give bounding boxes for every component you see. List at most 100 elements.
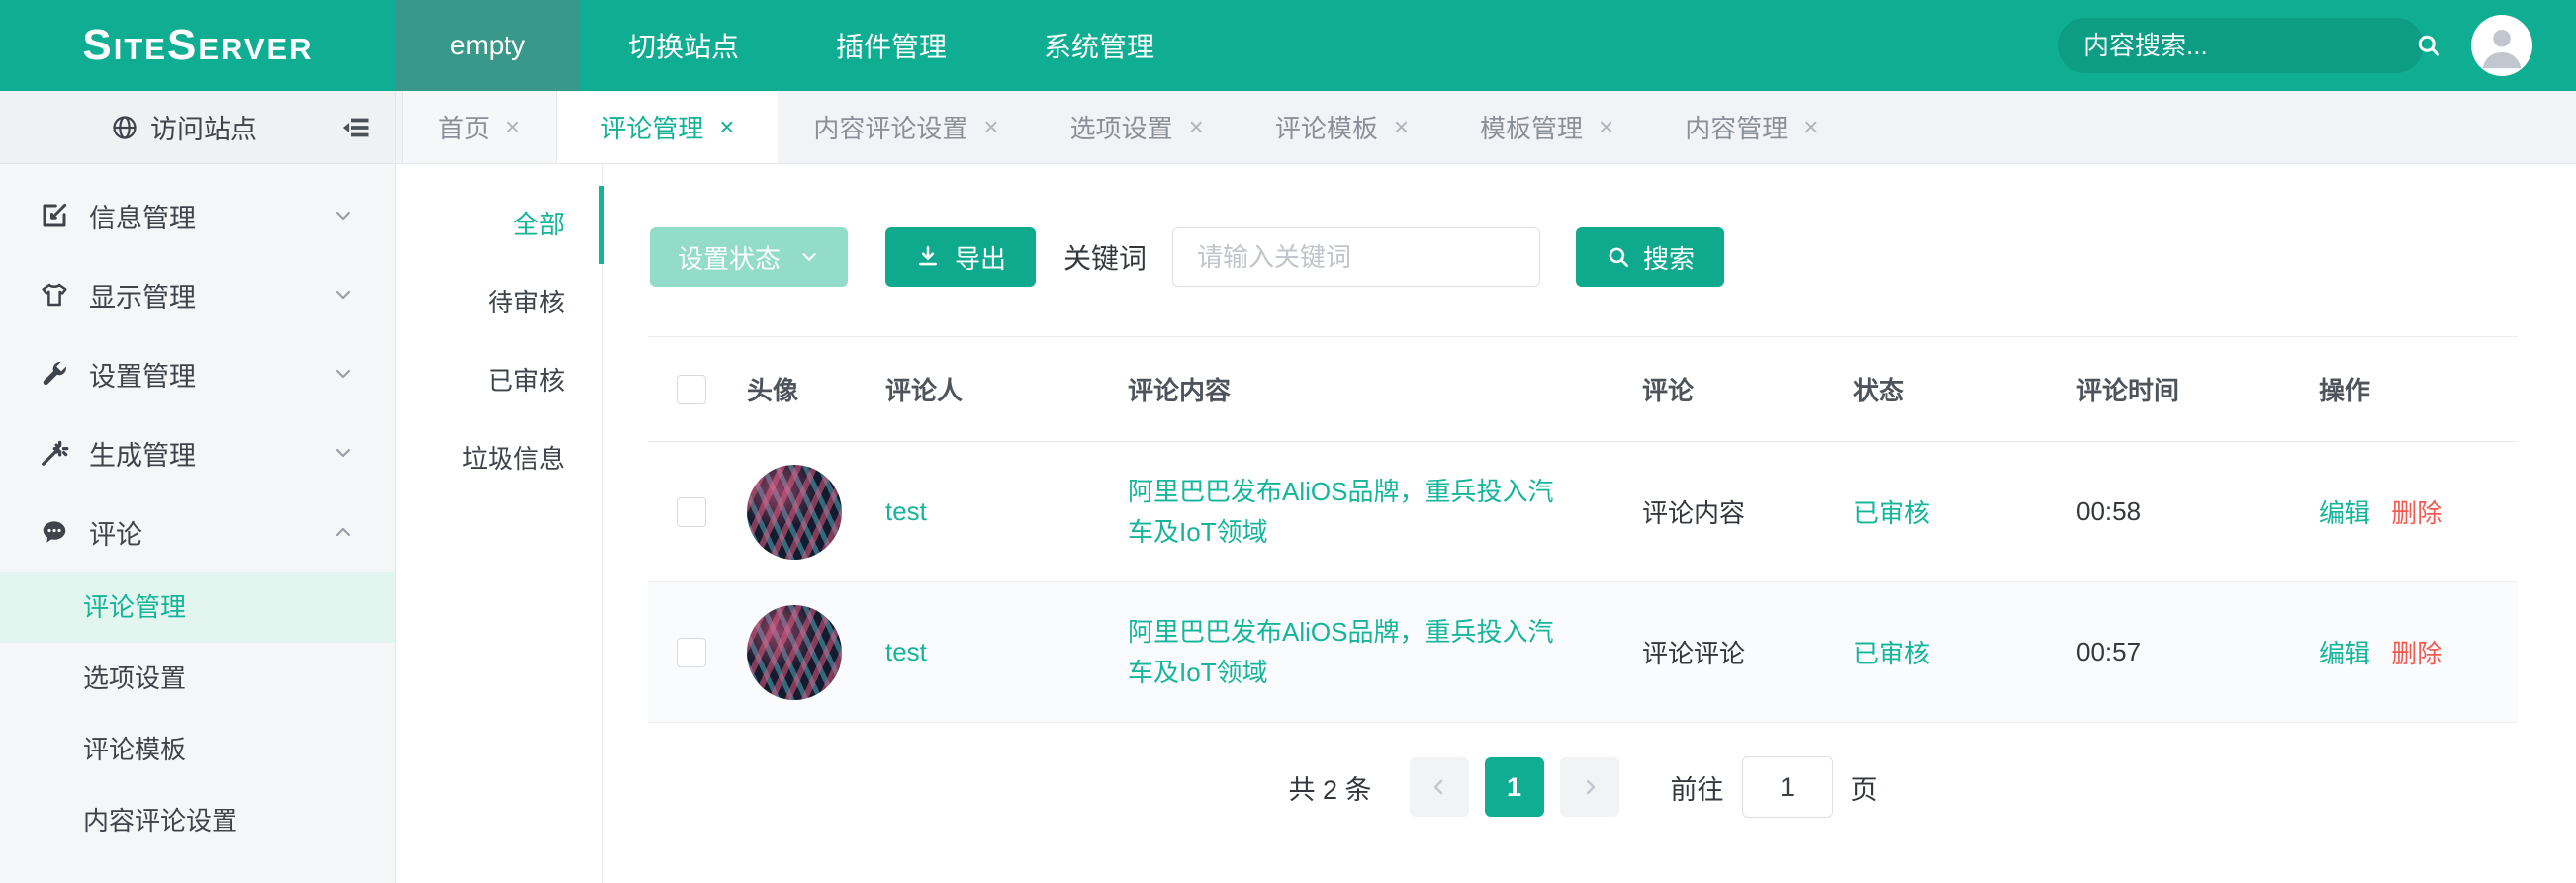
keyword-input[interactable] [1172,227,1540,287]
sidebar-menu: 信息管理 显示管理 设置管理 [0,164,395,856]
sidebar-item-info-management[interactable]: 信息管理 [0,176,395,255]
tab-option-settings[interactable]: 选项设置 × [1035,91,1240,163]
filter-spam[interactable]: 垃圾信息 [396,420,602,498]
commenter-name[interactable]: test [885,496,1128,527]
page-number-button[interactable]: 1 [1485,757,1544,817]
topnav-system-management[interactable]: 系统管理 [995,0,1203,91]
commenter-name[interactable]: test [885,637,1128,667]
comment-time: 00:58 [2076,496,2319,527]
status-badge: 已审核 [1853,634,2076,670]
content-search-box[interactable] [2058,18,2424,73]
next-page-button[interactable] [1560,757,1619,817]
table-row: test 阿里巴巴发布AliOS品牌，重兵投入汽车及IoT领域 评论内容 已审核… [648,442,2518,582]
wrench-icon [40,359,69,389]
comment-filter-nav: 全部 待审核 已审核 垃圾信息 [396,164,603,883]
select-all-checkbox[interactable] [677,375,706,404]
select-all-cell [648,375,747,404]
sidebar-item-generate-management[interactable]: 生成管理 [0,413,395,492]
close-icon[interactable]: × [1599,112,1613,142]
pagination: 共 2 条 1 前往 页 [648,756,2518,818]
tab-content-management[interactable]: 内容管理 × [1649,91,1854,163]
sidebar: 访问站点 信息管理 [0,91,396,883]
status-badge: 已审核 [1853,493,2076,530]
filter-approved[interactable]: 已审核 [396,342,602,420]
prev-page-button[interactable] [1410,757,1469,817]
col-commenter: 评论人 [885,371,1128,407]
sidebar-item-comment-management[interactable]: 评论管理 [0,572,395,643]
topnav-plugin-management[interactable]: 插件管理 [787,0,995,91]
page-unit-label: 页 [1851,768,1878,807]
filter-all[interactable]: 全部 [396,186,602,264]
chevron-up-icon [331,520,355,544]
sidebar-item-settings-management[interactable]: 设置管理 [0,334,395,413]
chevron-down-icon [331,283,355,307]
row-checkbox[interactable] [677,497,706,527]
top-nav: 切换站点 插件管理 系统管理 [580,0,1203,91]
set-status-button[interactable]: 设置状态 [650,227,848,287]
commenter-avatar [747,605,842,700]
comment-icon [40,517,69,547]
col-content: 评论内容 [1128,371,1642,407]
goto-page-group: 前往 页 [1671,756,1878,818]
tab-comment-template[interactable]: 评论模板 × [1240,91,1444,163]
magic-wand-icon [40,438,69,468]
download-icon [915,244,941,270]
search-icon [1606,244,1631,270]
commenter-avatar [747,465,842,560]
top-bar: SiteServer empty 切换站点 插件管理 系统管理 [0,0,2576,91]
edit-square-icon [40,201,69,230]
sidebar-item-display-management[interactable]: 显示管理 [0,255,395,334]
table-header-row: 头像 评论人 评论内容 评论 状态 评论时间 操作 [648,336,2518,442]
comment-type: 评论内容 [1642,493,1853,530]
content-search-input[interactable] [2083,31,2415,61]
close-icon[interactable]: × [1189,112,1204,142]
tab-home[interactable]: 首页 × [402,91,557,163]
current-site-label: empty [450,30,525,61]
sidebar-item-option-settings[interactable]: 选项设置 [0,643,395,714]
delete-link[interactable]: 删除 [2391,639,2442,668]
sidebar-item-comment-template[interactable]: 评论模板 [0,714,395,785]
col-time: 评论时间 [2076,371,2319,407]
search-icon[interactable] [2415,32,2442,59]
chevron-right-icon [1578,775,1602,799]
close-icon[interactable]: × [506,112,520,142]
collapse-sidebar-icon[interactable] [341,113,371,142]
visit-site-link[interactable]: 访问站点 [150,108,257,146]
sidebar-item-comments[interactable]: 评论 [0,492,395,572]
chevron-down-icon [331,441,355,465]
edit-link[interactable]: 编辑 [2319,639,2370,668]
search-button[interactable]: 搜索 [1576,227,1724,287]
sidebar-item-content-comment-settings[interactable]: 内容评论设置 [0,785,395,856]
export-button[interactable]: 导出 [885,227,1036,287]
current-site-button[interactable]: empty [396,0,580,91]
delete-link[interactable]: 删除 [2391,498,2442,528]
tshirt-icon [40,280,69,309]
siteserver-logo: SiteServer [82,21,313,70]
chevron-down-icon [331,362,355,386]
tab-comment-management[interactable]: 评论管理 × [557,91,778,163]
comment-time: 00:57 [2076,637,2319,667]
comments-table: 头像 评论人 评论内容 评论 状态 评论时间 操作 test 阿里巴巴发布Ali… [648,336,2518,723]
col-comment: 评论 [1642,371,1853,407]
logo-area: SiteServer [0,0,396,91]
chevron-down-icon [331,204,355,227]
tab-strip: 首页 × 评论管理 × 内容评论设置 × 选项设置 × 评论模板 × 模板管理 … [396,91,2576,164]
close-icon[interactable]: × [1394,112,1409,142]
close-icon[interactable]: × [719,112,734,142]
user-avatar[interactable] [2471,15,2532,76]
tab-template-management[interactable]: 模板管理 × [1444,91,1649,163]
row-checkbox[interactable] [677,638,706,667]
goto-label: 前往 [1671,768,1724,807]
tab-content-comment-settings[interactable]: 内容评论设置 × [778,91,1034,163]
comment-type: 评论评论 [1642,634,1853,670]
comment-content-link[interactable]: 阿里巴巴发布AliOS品牌，重兵投入汽车及IoT领域 [1128,472,1578,552]
topnav-switch-site[interactable]: 切换站点 [580,0,787,91]
edit-link[interactable]: 编辑 [2319,498,2370,528]
filter-pending[interactable]: 待审核 [396,264,602,342]
close-icon[interactable]: × [983,112,998,142]
comment-content-link[interactable]: 阿里巴巴发布AliOS品牌，重兵投入汽车及IoT领域 [1128,612,1578,692]
goto-page-input[interactable] [1742,756,1833,818]
sidebar-header: 访问站点 [0,91,395,164]
close-icon[interactable]: × [1803,112,1818,142]
globe-icon [111,114,138,141]
